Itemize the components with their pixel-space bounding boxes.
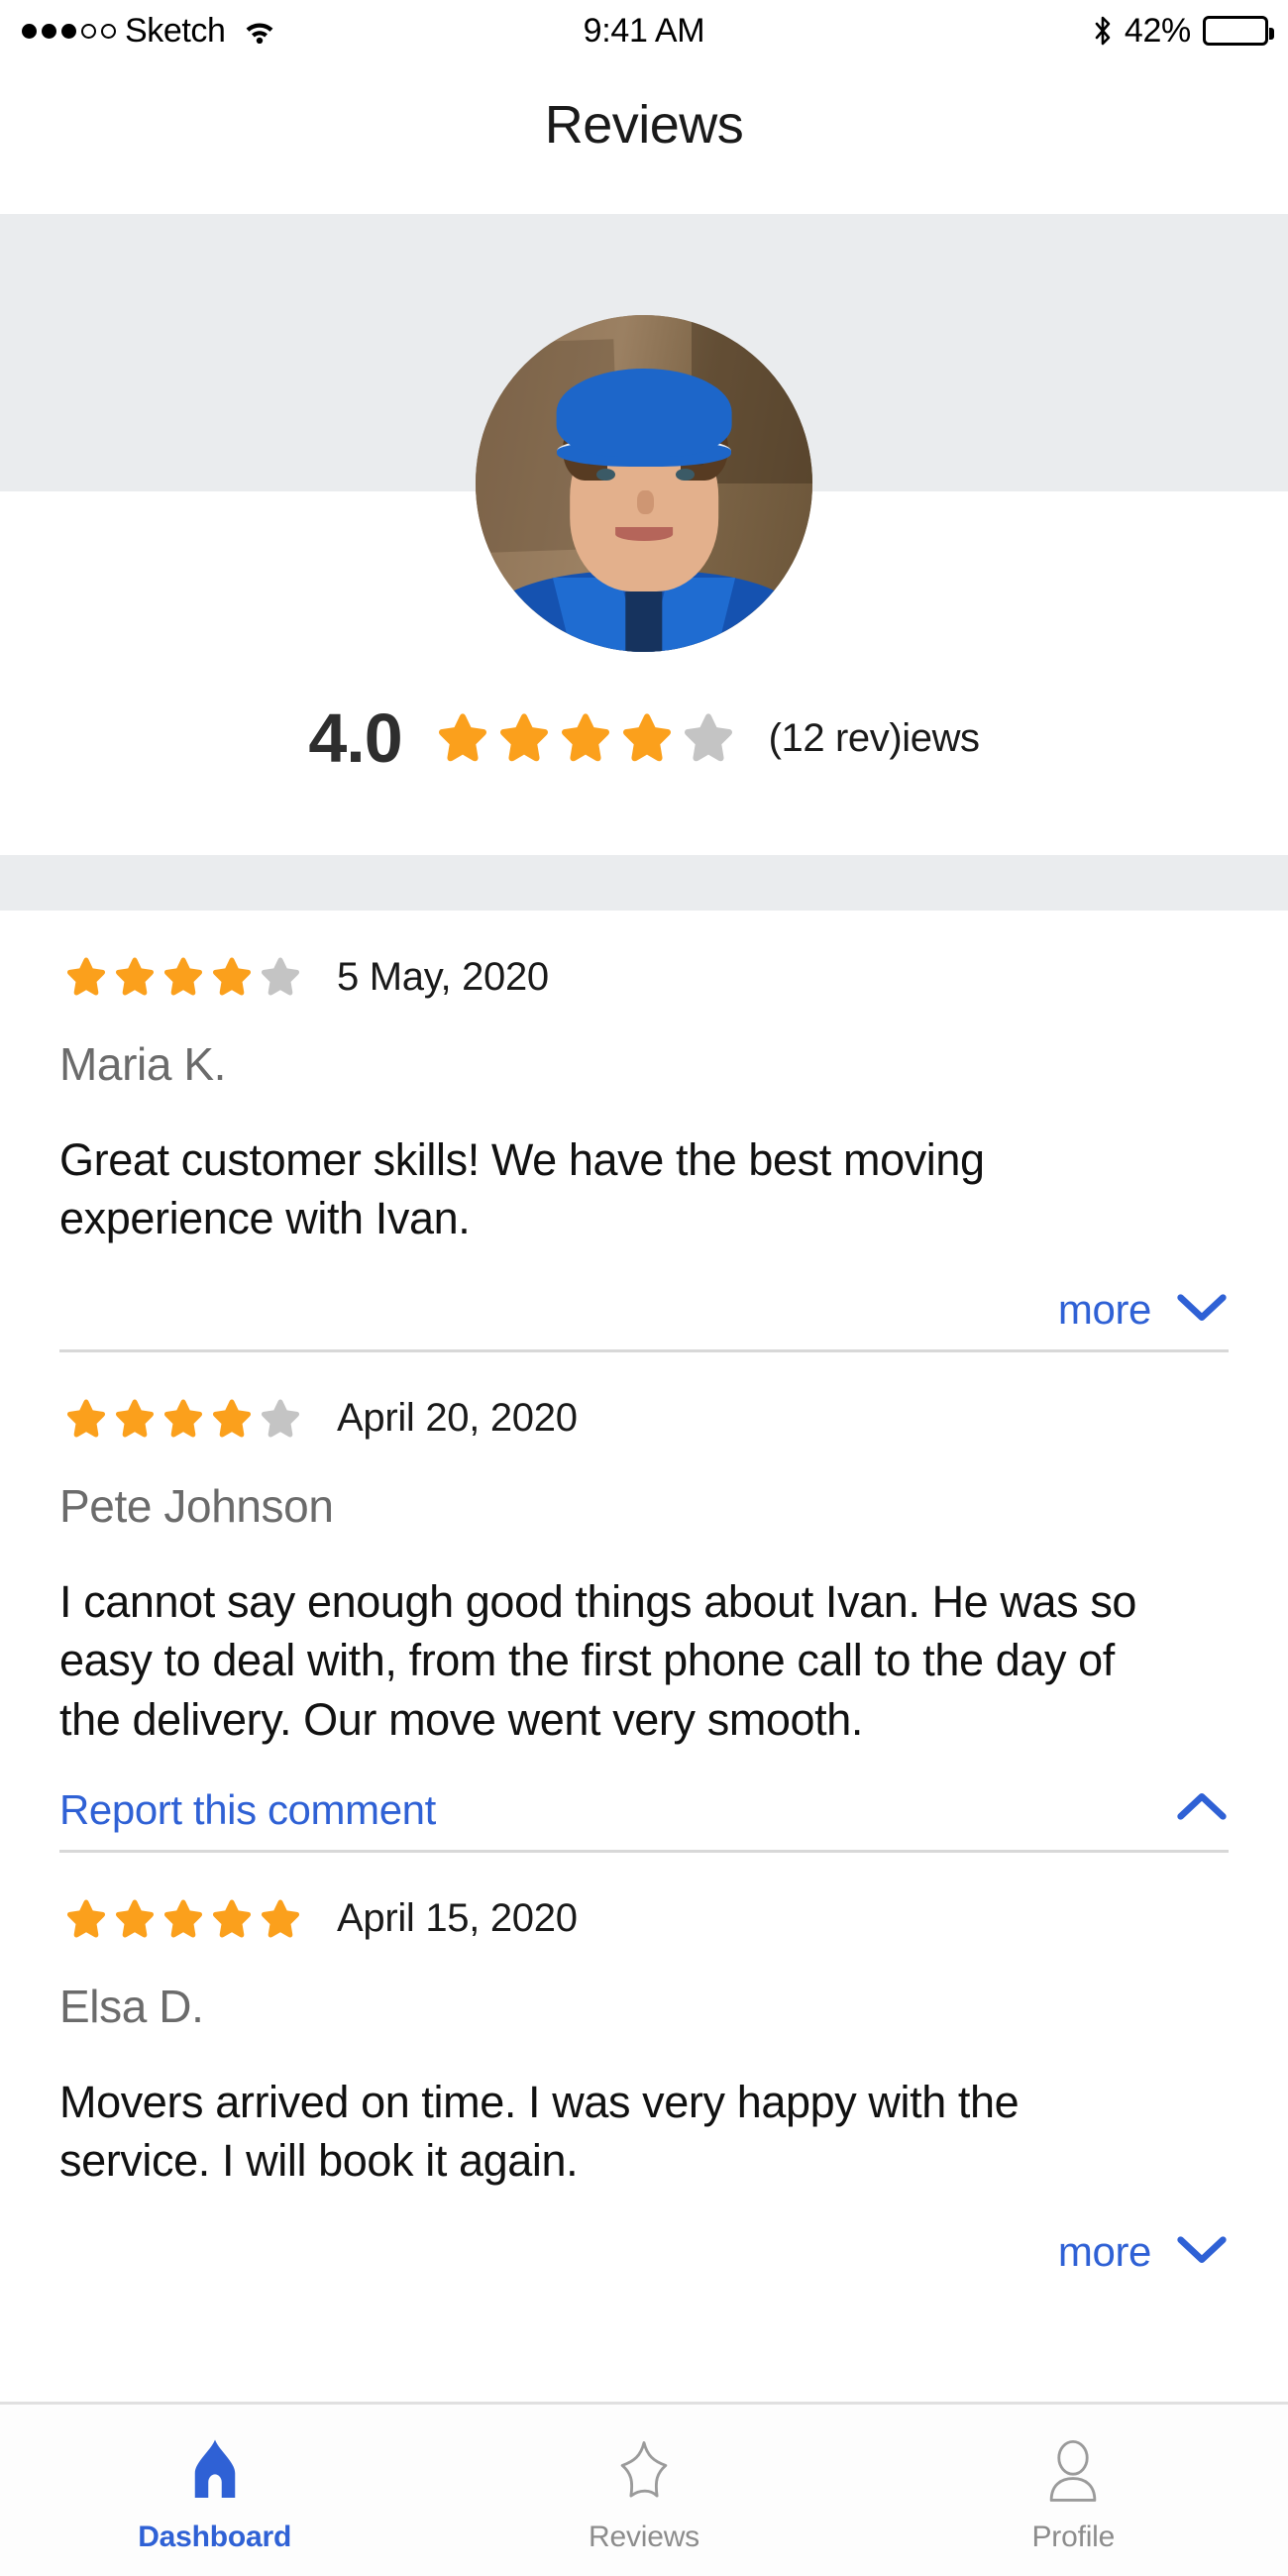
person-icon xyxy=(1038,2427,1108,2507)
tab-bar: Dashboard Reviews Profile xyxy=(0,2402,1288,2576)
tab-profile[interactable]: Profile xyxy=(859,2405,1288,2576)
chevron-up-icon[interactable] xyxy=(1175,1787,1229,1832)
page-title: Reviews xyxy=(544,95,744,155)
star-icon xyxy=(258,1396,303,1442)
chevron-down-icon[interactable] xyxy=(1175,2229,1229,2274)
review-actions: Report this comment xyxy=(59,1771,1229,1850)
star-icon xyxy=(63,1896,109,1942)
star-icon xyxy=(161,1896,206,1942)
rating-summary: 4.0 (12 rev)iews xyxy=(0,684,1288,793)
star-icon xyxy=(63,954,109,1000)
review-date: 5 May, 2020 xyxy=(337,954,549,999)
review-body: I cannot say enough good things about Iv… xyxy=(59,1575,1137,1745)
tab-reviews[interactable]: Reviews xyxy=(429,2405,858,2576)
review-actions: more xyxy=(59,1270,1229,1349)
star-icon xyxy=(618,709,676,767)
battery-icon xyxy=(1203,16,1274,46)
review-count-label: (12 rev)iews xyxy=(768,715,980,760)
app-screen: Sketch 9:41 AM 42% Reviews 4.0 (12 rev)i… xyxy=(0,0,1288,2576)
star-icon xyxy=(112,1396,158,1442)
more-link[interactable]: more xyxy=(1058,2228,1151,2276)
review-actions: more xyxy=(59,2212,1229,2292)
bluetooth-icon xyxy=(1093,16,1113,46)
review-header: 5 May, 2020 xyxy=(59,911,1229,1000)
review-date: April 20, 2020 xyxy=(337,1396,578,1441)
review-rating-stars xyxy=(63,1396,303,1442)
star-icon xyxy=(209,1896,255,1942)
rating-score: 4.0 xyxy=(308,699,402,777)
avatar xyxy=(476,315,812,652)
review-author: Maria K. xyxy=(59,1038,227,1090)
review-rating-stars xyxy=(63,954,303,1000)
star-icon xyxy=(63,1396,109,1442)
tab-dashboard-label: Dashboard xyxy=(138,2520,292,2553)
review-author: Elsa D. xyxy=(59,1980,204,2032)
review-author: Pete Johnson xyxy=(59,1479,334,1532)
star-icon xyxy=(495,709,553,767)
status-bar-right: 42% xyxy=(1093,11,1274,51)
tab-dashboard[interactable]: Dashboard xyxy=(0,2405,429,2576)
section-separator xyxy=(0,855,1288,911)
review-body: Great customer skills! We have the best … xyxy=(59,1134,985,1244)
star-icon xyxy=(557,709,614,767)
more-link[interactable]: more xyxy=(1058,1286,1151,1334)
review-list: 5 May, 2020 Maria K. Great customer skills… xyxy=(0,911,1288,2292)
star-icon xyxy=(258,1896,303,1942)
report-comment-link[interactable]: Report this comment xyxy=(59,1786,436,1834)
star-icon xyxy=(609,2427,679,2507)
review-body: Movers arrived on time. I was very happy… xyxy=(59,2076,1020,2187)
rating-stars xyxy=(434,709,737,767)
chevron-down-icon[interactable] xyxy=(1175,1287,1229,1332)
review-header: April 15, 2020 xyxy=(59,1853,1229,1942)
star-icon xyxy=(112,1896,158,1942)
battery-percent-label: 42% xyxy=(1124,11,1191,50)
star-icon xyxy=(161,954,206,1000)
home-icon xyxy=(179,2427,251,2507)
review-item: 5 May, 2020 Maria K. Great customer skills… xyxy=(0,911,1288,1349)
review-header: April 20, 2020 xyxy=(59,1352,1229,1442)
star-icon xyxy=(112,954,158,1000)
star-icon xyxy=(161,1396,206,1442)
status-bar: Sketch 9:41 AM 42% xyxy=(0,0,1288,61)
star-icon xyxy=(209,1396,255,1442)
tab-profile-label: Profile xyxy=(1031,2520,1116,2553)
review-date: April 15, 2020 xyxy=(337,1896,578,1941)
review-item: April 15, 2020 Elsa D. Movers arrived on t… xyxy=(0,1853,1288,2292)
star-icon xyxy=(434,709,491,767)
star-icon xyxy=(680,709,737,767)
review-rating-stars xyxy=(63,1896,303,1942)
tab-reviews-label: Reviews xyxy=(589,2520,699,2553)
star-icon xyxy=(209,954,255,1000)
star-icon xyxy=(258,954,303,1000)
review-item: April 20, 2020 Pete Johnson I cannot say e… xyxy=(0,1352,1288,1850)
